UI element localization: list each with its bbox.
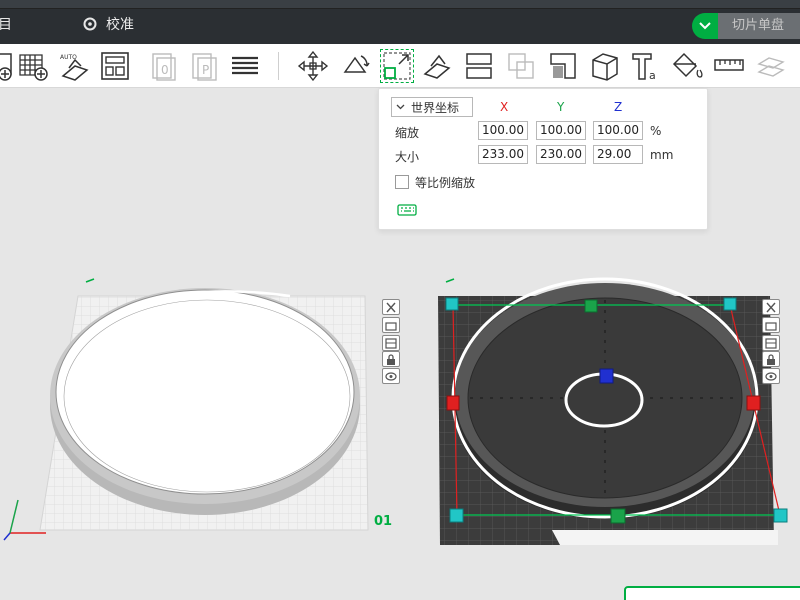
plate-settings-button[interactable] xyxy=(382,368,400,384)
plate-arrange-button[interactable] xyxy=(762,335,780,351)
coordinate-system-select[interactable]: 世界坐标 xyxy=(391,97,473,117)
y-axis-handle[interactable] xyxy=(584,299,598,313)
size-unit: mm xyxy=(650,148,674,162)
axis-z-label: Z xyxy=(614,100,623,114)
plate-orient-button[interactable] xyxy=(762,317,780,333)
arrange-icon xyxy=(385,337,397,349)
axis-y-label: Y xyxy=(557,100,565,114)
close-icon xyxy=(766,302,776,312)
scale-z-input[interactable]: 100.00 xyxy=(593,121,643,140)
scale-y-input[interactable]: 100.00 xyxy=(536,121,586,140)
coordinate-system-value: 世界坐标 xyxy=(411,100,460,115)
eye-icon xyxy=(385,371,397,381)
size-z-input[interactable]: 29.00 xyxy=(593,145,643,164)
uniform-scale-checkbox[interactable] xyxy=(395,175,409,189)
plate-arrange-button[interactable] xyxy=(382,335,400,351)
corner-handle[interactable] xyxy=(773,508,788,523)
plate-edit-icon[interactable] xyxy=(445,278,455,283)
plate-number-label: 01 xyxy=(374,514,393,529)
plate-orient-button[interactable] xyxy=(382,317,400,333)
corner-handle[interactable] xyxy=(449,508,464,523)
corner-handle[interactable] xyxy=(445,297,459,311)
eye-icon xyxy=(765,371,777,381)
plate-lock-button[interactable] xyxy=(762,351,780,367)
axis-x-label: X xyxy=(500,100,509,114)
orient-icon xyxy=(385,321,397,331)
close-icon xyxy=(386,302,396,312)
uniform-scale-label: 等比例缩放 xyxy=(415,176,476,190)
plate-lock-button[interactable] xyxy=(382,351,400,367)
chevron-down-icon xyxy=(396,104,405,110)
plate-close-button[interactable] xyxy=(382,299,400,315)
z-axis-handle[interactable] xyxy=(599,368,614,384)
orient-icon xyxy=(765,321,777,331)
size-row-label: 大小 xyxy=(395,150,420,164)
scale-row-label: 缩放 xyxy=(395,126,420,140)
size-x-input[interactable]: 233.00 xyxy=(478,145,528,164)
scale-panel: 世界坐标 X Y Z 缩放 100.00 100.00 100.00 % 大小 … xyxy=(378,88,708,230)
ring-model-left[interactable] xyxy=(50,288,360,515)
scale-x-input[interactable]: 100.00 xyxy=(478,121,528,140)
scale-unit: % xyxy=(650,124,662,138)
size-y-input[interactable]: 230.00 xyxy=(536,145,586,164)
y-axis-handle[interactable] xyxy=(610,508,626,524)
lock-icon xyxy=(387,353,395,365)
bottom-action-button[interactable] xyxy=(624,586,800,600)
plate-edit-icon[interactable] xyxy=(85,278,95,283)
corner-handle[interactable] xyxy=(723,297,737,311)
plate-close-button[interactable] xyxy=(762,299,780,315)
x-axis-handle[interactable] xyxy=(446,395,460,411)
keyboard-icon[interactable] xyxy=(397,203,417,217)
lock-icon xyxy=(767,353,775,365)
x-axis-handle[interactable] xyxy=(746,395,761,411)
arrange-icon xyxy=(765,337,777,349)
axes-indicator xyxy=(3,499,46,541)
plate-settings-button[interactable] xyxy=(762,368,780,384)
